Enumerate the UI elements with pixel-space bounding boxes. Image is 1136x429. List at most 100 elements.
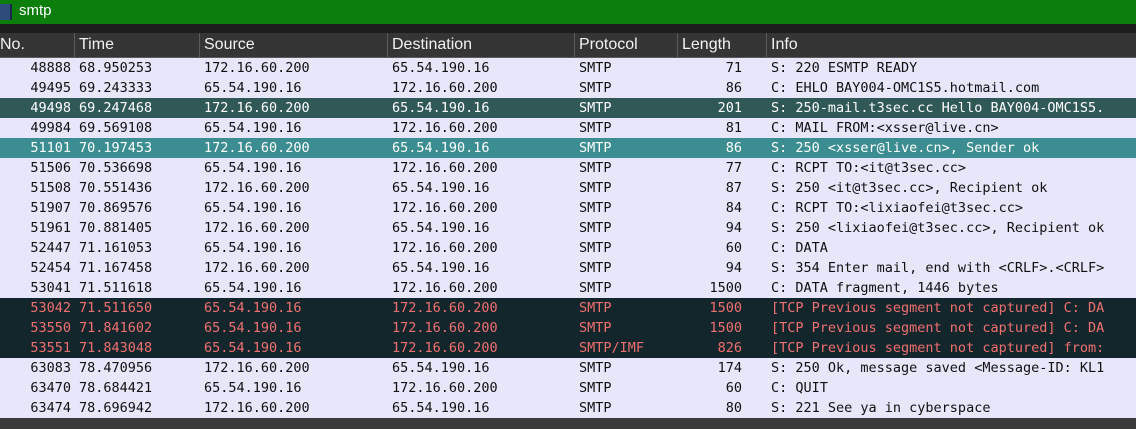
packet-dst-cell: 65.54.190.16 (392, 400, 490, 416)
packet-info-cell: C: MAIL FROM:<xsser@live.cn> (771, 120, 999, 136)
packet-row[interactable]: 63474 78.696942 172.16.60.200 65.54.190.16 S… (0, 398, 1136, 418)
packet-row[interactable]: 53551 71.843048 65.54.190.16 172.16.60.200 S… (0, 338, 1136, 358)
packet-row[interactable]: 51508 70.551436 172.16.60.200 65.54.190.16 S… (0, 178, 1136, 198)
packet-row[interactable]: 48888 68.950253 172.16.60.200 65.54.190.16 S… (0, 58, 1136, 78)
packet-info-cell: S: 221 See ya in cyberspace (771, 400, 991, 416)
packet-dst-cell: 65.54.190.16 (392, 140, 490, 156)
packet-no-cell: 63474 (30, 400, 71, 416)
packet-len-cell: 1500 (709, 320, 742, 336)
packet-proto-cell: SMTP (579, 140, 612, 156)
packet-proto-cell: SMTP (579, 160, 612, 176)
packet-row[interactable]: 53042 71.511650 65.54.190.16 172.16.60.200 S… (0, 298, 1136, 318)
packet-row[interactable]: 63470 78.684421 65.54.190.16 172.16.60.200 S… (0, 378, 1136, 398)
packet-no-cell: 63470 (30, 380, 71, 396)
packet-info-cell: S: 250 <xsser@live.cn>, Sender ok (771, 140, 1040, 156)
bookmark-icon[interactable] (0, 4, 12, 20)
packet-info-cell: [TCP Previous segment not captured] C: D… (771, 300, 1105, 316)
packet-len-cell: 94 (725, 220, 742, 236)
packet-dst-cell: 172.16.60.200 (392, 200, 498, 216)
packet-row[interactable]: 49498 69.247468 172.16.60.200 65.54.190.16 S… (0, 98, 1136, 118)
packet-time-cell: 69.243333 (79, 80, 153, 96)
packet-row[interactable]: 53550 71.841602 65.54.190.16 172.16.60.200 S… (0, 318, 1136, 338)
packet-dst-cell: 65.54.190.16 (392, 260, 490, 276)
packet-time-cell: 69.247468 (79, 100, 153, 116)
packet-row[interactable]: 49495 69.243333 65.54.190.16 172.16.60.200 S… (0, 78, 1136, 98)
packet-len-cell: 86 (725, 80, 742, 96)
packet-row[interactable]: 63083 78.470956 172.16.60.200 65.54.190.16 S… (0, 358, 1136, 378)
column-header-length[interactable]: Length (677, 33, 766, 57)
packet-src-cell: 65.54.190.16 (204, 280, 302, 296)
packet-dst-cell: 172.16.60.200 (392, 320, 498, 336)
packet-info-cell: C: DATA fragment, 1446 bytes (771, 280, 999, 296)
packet-dst-cell: 172.16.60.200 (392, 120, 498, 136)
packet-len-cell: 80 (725, 400, 742, 416)
packet-no-cell: 53551 (30, 340, 71, 356)
column-header-info[interactable]: Info (766, 33, 1136, 57)
packet-no-cell: 53041 (30, 280, 71, 296)
packet-src-cell: 65.54.190.16 (204, 300, 302, 316)
packet-len-cell: 87 (725, 180, 742, 196)
packet-len-cell: 60 (725, 240, 742, 256)
packet-src-cell: 65.54.190.16 (204, 340, 302, 356)
packet-row[interactable]: 51506 70.536698 65.54.190.16 172.16.60.200 S… (0, 158, 1136, 178)
packet-no-cell: 51506 (30, 160, 71, 176)
packet-proto-cell: SMTP (579, 80, 612, 96)
packet-time-cell: 69.569108 (79, 120, 153, 136)
packet-src-cell: 65.54.190.16 (204, 320, 302, 336)
column-header-no[interactable]: No. (0, 33, 74, 57)
column-header-source[interactable]: Source (199, 33, 387, 57)
column-header-destination[interactable]: Destination (387, 33, 574, 57)
packet-time-cell: 78.696942 (79, 400, 153, 416)
packet-src-cell: 172.16.60.200 (204, 60, 310, 76)
packet-len-cell: 81 (725, 120, 742, 136)
column-header-time[interactable]: Time (74, 33, 199, 57)
packet-info-cell: C: EHLO BAY004-OMC1S5.hotmail.com (771, 80, 1040, 96)
packet-src-cell: 172.16.60.200 (204, 360, 310, 376)
packet-dst-cell: 65.54.190.16 (392, 220, 490, 236)
packet-row[interactable]: 51961 70.881405 172.16.60.200 65.54.190.16 S… (0, 218, 1136, 238)
packet-row[interactable]: 52454 71.167458 172.16.60.200 65.54.190.16 S… (0, 258, 1136, 278)
packet-row[interactable]: 52447 71.161053 65.54.190.16 172.16.60.200 S… (0, 238, 1136, 258)
packet-time-cell: 70.881405 (79, 220, 153, 236)
packet-no-cell: 53550 (30, 320, 71, 336)
packet-list-bottom-edge (0, 418, 1136, 429)
packet-proto-cell: SMTP/IMF (579, 340, 645, 356)
packet-row[interactable]: 53041 71.511618 65.54.190.16 172.16.60.200 S… (0, 278, 1136, 298)
packet-no-cell: 49498 (30, 100, 71, 116)
packet-row[interactable]: 51907 70.869576 65.54.190.16 172.16.60.200 S… (0, 198, 1136, 218)
packet-src-cell: 65.54.190.16 (204, 380, 302, 396)
packet-time-cell: 71.843048 (79, 340, 153, 356)
packet-time-cell: 70.551436 (79, 180, 153, 196)
packet-proto-cell: SMTP (579, 260, 612, 276)
packet-row[interactable]: 49984 69.569108 65.54.190.16 172.16.60.200 S… (0, 118, 1136, 138)
packet-proto-cell: SMTP (579, 60, 612, 76)
packet-time-cell: 71.511618 (79, 280, 153, 296)
packet-len-cell: 71 (725, 60, 742, 76)
packet-info-cell: S: 354 Enter mail, end with <CRLF>.<CRLF… (771, 260, 1105, 276)
packet-dst-cell: 65.54.190.16 (392, 360, 490, 376)
packet-src-cell: 172.16.60.200 (204, 400, 310, 416)
packet-proto-cell: SMTP (579, 400, 612, 416)
display-filter-input[interactable]: smtp (19, 2, 52, 19)
packet-info-cell: S: 250 Ok, message saved <Message-ID: KL… (771, 360, 1105, 376)
toolbar-separator (0, 24, 1136, 33)
packet-time-cell: 71.161053 (79, 240, 153, 256)
packet-dst-cell: 172.16.60.200 (392, 160, 498, 176)
packet-proto-cell: SMTP (579, 240, 612, 256)
packet-len-cell: 84 (725, 200, 742, 216)
packet-time-cell: 78.684421 (79, 380, 153, 396)
packet-src-cell: 65.54.190.16 (204, 200, 302, 216)
display-filter-bar[interactable]: smtp (0, 0, 1136, 24)
packet-row[interactable]: 51101 70.197453 172.16.60.200 65.54.190.16 S… (0, 138, 1136, 158)
packet-len-cell: 174 (717, 360, 742, 376)
packet-list: 48888 68.950253 172.16.60.200 65.54.190.16 S… (0, 58, 1136, 418)
packet-no-cell: 49495 (30, 80, 71, 96)
packet-src-cell: 65.54.190.16 (204, 120, 302, 136)
packet-proto-cell: SMTP (579, 200, 612, 216)
packet-dst-cell: 172.16.60.200 (392, 240, 498, 256)
column-header-protocol[interactable]: Protocol (574, 33, 677, 57)
packet-no-cell: 52454 (30, 260, 71, 276)
packet-info-cell: C: DATA (771, 240, 828, 256)
packet-no-cell: 63083 (30, 360, 71, 376)
packet-info-cell: S: 250 <it@t3sec.cc>, Recipient ok (771, 180, 1048, 196)
